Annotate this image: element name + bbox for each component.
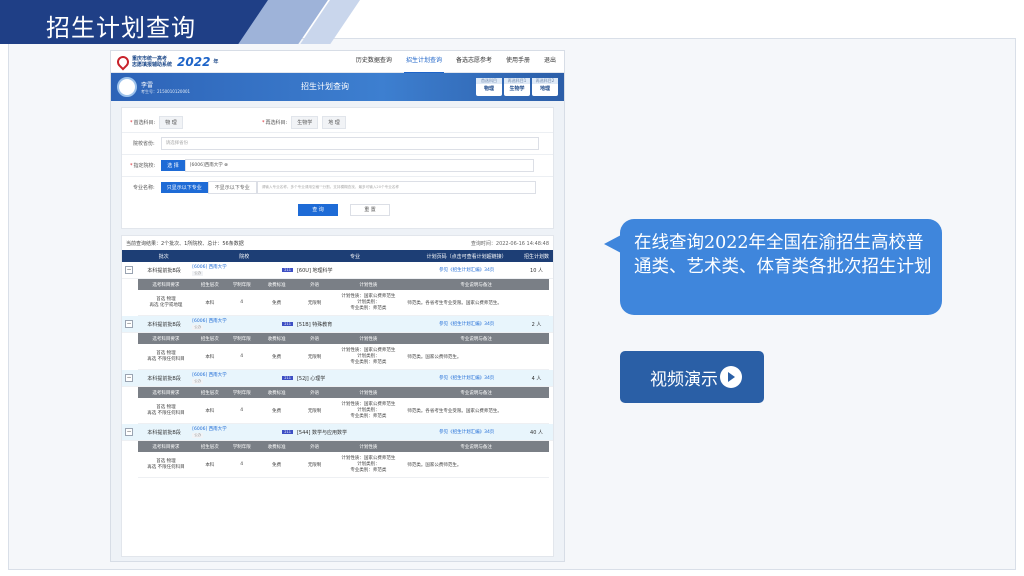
detail-header: 选考科目要求 招生层次 学制年限 收费标准 外语 计划性质 专业说明与备注 xyxy=(138,441,549,452)
query-form: * 首选科目: 物 理 * 再选科目: 生物学 地 理 院校省份: 请选择省份 * 指… xyxy=(121,107,554,229)
second-subject-value-2[interactable]: 地 理 xyxy=(322,116,346,129)
plan-page-link[interactable]: 参见《招生计划汇编》34页 xyxy=(413,321,520,327)
table-row[interactable]: − 本科提前批B段 [6006] 西南大学 公办 211 [60U] 地理科学 参见《招生计… xyxy=(122,262,553,279)
user-name: 李雷 xyxy=(141,81,154,89)
page-title: 招生计划查询 xyxy=(301,82,349,91)
results-panel: 当前查询结果：2个批次、1所院校、总计：56条数据 查询时间：2022-06-1… xyxy=(121,235,554,557)
slide-title: 招生计划查询 xyxy=(46,14,196,42)
search-button[interactable]: 查 询 xyxy=(298,204,338,216)
detail-row: 首选 物理 再选 化学或地理 本科 4 免费 无限制 计划性质：国家公费师范生 计划类别： 专业… xyxy=(138,290,549,316)
plan-page-link[interactable]: 参见《招生计划汇编》34页 xyxy=(413,429,520,435)
school-link[interactable]: [6006] 西南大学 xyxy=(192,319,226,324)
nav-backup-reference[interactable]: 备选志愿参考 xyxy=(454,51,494,74)
province-row: 院校省份: 请选择省份 xyxy=(130,137,539,150)
detail-header: 选考科目要求 招生层次 学制年限 收费标准 外语 计划性质 专业说明与备注 xyxy=(138,333,549,344)
query-time: 查询时间：2022-06-16 14:48:48 xyxy=(470,240,549,247)
results-table-header: 批次 院校 专业 计划页码（点击可查看计划超链接） 招生计划数 xyxy=(122,250,553,262)
major-row: 专业名称: 只显示以下专业 不显示以下专业 请输入专业名称。多个专业请用空格""… xyxy=(130,181,536,194)
detail-row: 首选 物理 再选 不限任何科目 本科 4 免费 无限制 计划性质：国家公费师范生 计划类别：专… xyxy=(138,344,549,370)
major-input[interactable]: 请输入专业名称。多个专业请用空格""分割。支持模糊查找，最多可输入20个专业名称 xyxy=(256,181,536,194)
school-tag: 公办 xyxy=(192,432,204,438)
video-demo-button[interactable]: 视频演示 xyxy=(620,351,764,403)
nav-plan-query[interactable]: 招生计划查询 xyxy=(403,51,444,74)
nav-logout[interactable]: 退出 xyxy=(542,51,558,74)
slide: 招生计划查询 重庆市统一高考 志愿填报辅助系统 2022 年 历史数据查询 招生… xyxy=(0,0,1024,576)
subject-summary: 首选科目 物理 再选科目1 生物学 再选科目2 地理 xyxy=(476,78,558,96)
logo-icon xyxy=(114,53,132,70)
collapse-toggle-icon[interactable]: − xyxy=(125,374,133,382)
description-callout: 在线查询2022年全国在渝招生高校普通类、艺术类、体育类各批次招生计划 xyxy=(620,219,942,315)
result-group: − 本科提前批B段 [6006] 西南大学 公办 211 [544] 数学与应用数学 参见《… xyxy=(122,424,553,478)
table-row[interactable]: − 本科提前批B段 [6006] 西南大学 公办 211 [544] 数学与应用数学 参见《… xyxy=(122,424,553,441)
school-tag: 公办 xyxy=(192,378,204,384)
plan-page-link[interactable]: 参见《招生计划汇编》34页 xyxy=(413,267,520,273)
collapse-toggle-icon[interactable]: − xyxy=(125,266,133,274)
major-include-option[interactable]: 只显示以下专业 xyxy=(160,182,208,193)
reset-button[interactable]: 重 置 xyxy=(350,204,390,216)
results-summary: 当前查询结果：2个批次、1所院校、总计：56条数据 xyxy=(126,240,244,247)
school-link[interactable]: [6006] 西南大学 xyxy=(192,427,226,432)
plan-page-link[interactable]: 参见《招生计划汇编》34页 xyxy=(413,375,520,381)
table-row[interactable]: − 本科提前批B段 [6006] 西南大学 公办 211 [51B] 特殊教育 参见《招生计… xyxy=(122,316,553,333)
subject-second-1: 再选科目1 生物学 xyxy=(504,78,530,96)
collapse-toggle-icon[interactable]: − xyxy=(125,428,133,436)
result-group: − 本科提前批B段 [6006] 西南大学 公办 211 [60U] 地理科学 参见《招生计… xyxy=(122,262,553,316)
school-level-badge: 211 xyxy=(282,268,293,272)
nav-menu: 历史数据查询 招生计划查询 备选志愿参考 使用手册 退出 xyxy=(354,51,558,74)
result-group: − 本科提前批B段 [6006] 西南大学 公办 211 [51B] 特殊教育 参见《招生计… xyxy=(122,316,553,370)
detail-header: 选考科目要求 招生层次 学制年限 收费标准 外语 计划性质 专业说明与备注 xyxy=(138,279,549,290)
first-subject-value[interactable]: 物 理 xyxy=(159,116,183,129)
collapse-toggle-icon[interactable]: − xyxy=(125,320,133,328)
school-row: * 指定院校: 选 择 [6006]西南大学 ⊗ xyxy=(130,159,534,172)
result-group: − 本科提前批B段 [6006] 西南大学 公办 211 [52J] 心理学 参见《招生计划… xyxy=(122,370,553,424)
detail-row: 首选 物理 再选 不限任何科目 本科 4 免费 无限制 计划性质：国家公费师范生 计划类别：专… xyxy=(138,452,549,478)
avatar xyxy=(117,77,137,97)
province-select[interactable]: 请选择省份 xyxy=(160,137,539,150)
school-tag: 公办 xyxy=(192,324,204,330)
school-input[interactable]: [6006]西南大学 ⊗ xyxy=(184,159,534,172)
top-nav: 重庆市统一高考 志愿填报辅助系统 2022 年 历史数据查询 招生计划查询 备选… xyxy=(111,51,564,74)
app-screenshot: 重庆市统一高考 志愿填报辅助系统 2022 年 历史数据查询 招生计划查询 备选… xyxy=(110,50,565,562)
user-id: 考生号：2150010120001 xyxy=(141,88,191,94)
table-row[interactable]: − 本科提前批B段 [6006] 西南大学 公办 211 [52J] 心理学 参见《招生计划… xyxy=(122,370,553,387)
subject-first: 首选科目 物理 xyxy=(476,78,502,96)
subject-second-2: 再选科目2 地理 xyxy=(532,78,558,96)
nav-manual[interactable]: 使用手册 xyxy=(504,51,532,74)
school-level-badge: 211 xyxy=(282,322,293,326)
second-subject-row: * 再选科目: 生物学 地 理 xyxy=(262,116,346,129)
school-level-badge: 211 xyxy=(282,430,293,434)
school-link[interactable]: [6006] 西南大学 xyxy=(192,373,226,378)
play-icon xyxy=(720,366,742,388)
results-body: − 本科提前批B段 [6006] 西南大学 公办 211 [60U] 地理科学 参见《招生计… xyxy=(122,262,553,478)
choose-school-button[interactable]: 选 择 xyxy=(161,160,185,171)
detail-row: 首选 物理 再选 不限任何科目 本科 4 免费 无限制 计划性质：国家公费师范生 计划类别：专… xyxy=(138,398,549,424)
school-tag: 公办 xyxy=(192,270,204,276)
page-banner: 李雷 考生号：2150010120001 招生计划查询 首选科目 物理 再选科目… xyxy=(111,73,564,101)
app-logo[interactable]: 重庆市统一高考 志愿填报辅助系统 2022 年 xyxy=(114,53,218,70)
nav-history[interactable]: 历史数据查询 xyxy=(354,51,394,74)
first-subject-row: * 首选科目: 物 理 xyxy=(130,116,183,129)
second-subject-value-1[interactable]: 生物学 xyxy=(291,116,319,129)
school-level-badge: 211 xyxy=(282,376,293,380)
school-link[interactable]: [6006] 西南大学 xyxy=(192,265,226,270)
detail-header: 选考科目要求 招生层次 学制年限 收费标准 外语 计划性质 专业说明与备注 xyxy=(138,387,549,398)
major-exclude-option[interactable]: 不显示以下专业 xyxy=(207,181,257,194)
